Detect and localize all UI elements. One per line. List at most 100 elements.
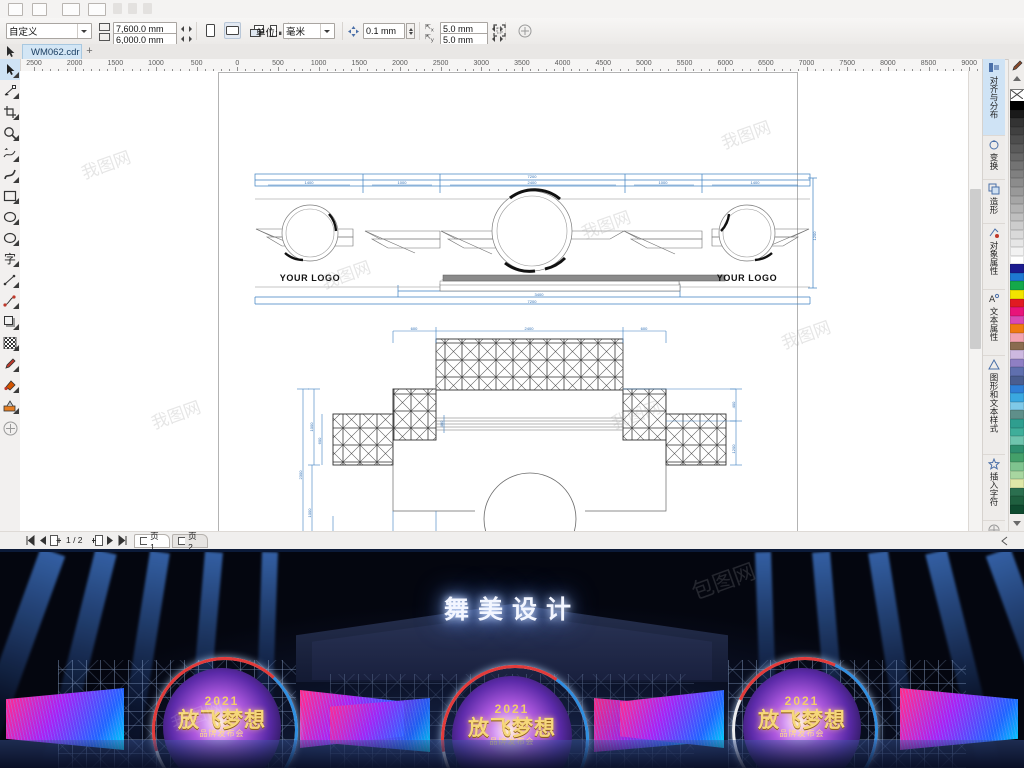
tool-artistic-media-tool[interactable] — [0, 164, 20, 185]
color-swatch[interactable] — [1010, 178, 1024, 187]
flyout-arrow-icon[interactable] — [13, 408, 19, 414]
color-swatch[interactable] — [1010, 324, 1024, 334]
flyout-arrow-icon[interactable] — [13, 261, 19, 267]
page-tab-1[interactable]: 页 1 — [134, 531, 170, 552]
flyout-arrow-icon[interactable] — [13, 303, 19, 309]
drawing-canvas[interactable]: 1400 1000 7200 2400 1000 1400 3400 7200 … — [20, 71, 982, 531]
previous-page-icon[interactable] — [38, 535, 47, 547]
flyout-arrow-icon[interactable] — [13, 345, 19, 351]
options-button[interactable] — [516, 22, 533, 39]
color-swatch[interactable] — [1010, 307, 1024, 316]
flyout-arrow-icon[interactable] — [13, 72, 19, 78]
color-swatch[interactable] — [1010, 204, 1024, 213]
color-swatch[interactable] — [1010, 212, 1024, 222]
color-swatch[interactable] — [1010, 126, 1024, 136]
tool-ellipse-tool[interactable] — [0, 206, 20, 227]
color-swatch[interactable] — [1010, 247, 1024, 256]
color-swatch[interactable] — [1010, 118, 1024, 127]
tool-pick-tool[interactable] — [0, 59, 20, 80]
color-swatch[interactable] — [1010, 410, 1024, 419]
color-swatch[interactable] — [1010, 504, 1024, 514]
color-swatch[interactable] — [1010, 358, 1024, 368]
menu-icon-open[interactable] — [32, 3, 47, 16]
palette-scroll-down-icon[interactable] — [1010, 517, 1024, 529]
menu-icon-paste[interactable] — [143, 3, 152, 14]
color-swatch[interactable] — [1010, 221, 1024, 230]
docker-tab-insert-character[interactable]: 插入字符 — [983, 455, 1005, 521]
tool-freehand-tool[interactable] — [0, 143, 20, 164]
tool-transparency-tool[interactable] — [0, 332, 20, 353]
tool-crop-tool[interactable] — [0, 101, 20, 122]
color-swatch[interactable] — [1010, 384, 1024, 394]
nudge-field[interactable]: 0.1 mm — [363, 23, 405, 39]
color-swatch[interactable] — [1010, 186, 1024, 196]
menu-icon-new[interactable] — [8, 3, 23, 16]
color-swatch[interactable] — [1010, 238, 1024, 248]
color-swatch[interactable] — [1010, 487, 1024, 497]
menu-icon-cut[interactable] — [113, 3, 122, 14]
docker-tab-align-and-distribute[interactable]: 对齐与分布 — [983, 59, 1005, 136]
color-swatch[interactable] — [1010, 272, 1024, 282]
color-swatch[interactable] — [1010, 333, 1024, 342]
color-swatch[interactable] — [1010, 135, 1024, 144]
color-swatch[interactable] — [1010, 367, 1024, 376]
docker-tab-shaping[interactable]: 造形 — [983, 180, 1005, 224]
units-combo[interactable]: 毫米 — [283, 23, 335, 39]
portrait-button[interactable] — [202, 22, 219, 39]
flyout-arrow-icon[interactable] — [13, 387, 19, 393]
page-tab-2[interactable]: 页 2 — [172, 531, 208, 552]
flyout-arrow-icon[interactable] — [13, 198, 19, 204]
tool-shape-tool[interactable] — [0, 80, 20, 101]
page-preset-combo[interactable]: 自定义 — [6, 23, 92, 39]
tool-rectangle-tool[interactable] — [0, 185, 20, 206]
docker-tab-text-properties[interactable]: A 文本属性 — [983, 290, 1005, 356]
last-page-icon[interactable] — [118, 535, 129, 547]
color-swatch[interactable] — [1010, 427, 1024, 437]
tool-quick-customize[interactable] — [0, 416, 20, 440]
color-swatch[interactable] — [1010, 341, 1024, 351]
color-swatch[interactable] — [1010, 496, 1024, 505]
color-swatch[interactable] — [1010, 298, 1024, 308]
flyout-arrow-icon[interactable] — [13, 219, 19, 225]
color-swatch[interactable] — [1010, 461, 1024, 471]
nudge-spinner[interactable] — [406, 23, 415, 39]
chevron-down-icon[interactable] — [77, 24, 89, 38]
tool-dimension-tool[interactable] — [0, 269, 20, 290]
color-swatch[interactable] — [1010, 401, 1024, 411]
color-swatch[interactable] — [1010, 195, 1024, 205]
document-tab[interactable]: WM062.cdr — [22, 44, 82, 59]
tool-smart-fill-tool[interactable] — [0, 395, 20, 416]
flyout-arrow-icon[interactable] — [13, 156, 19, 162]
landscape-button[interactable] — [224, 22, 241, 39]
tool-color-eyedropper-tool[interactable] — [0, 353, 20, 374]
color-swatch[interactable] — [1010, 152, 1024, 162]
tool-text-tool[interactable]: 字 — [0, 248, 20, 269]
palette-scroll-up-icon[interactable] — [1009, 73, 1024, 85]
color-swatch[interactable] — [1010, 418, 1024, 428]
color-swatch[interactable] — [1010, 315, 1024, 325]
color-swatch[interactable] — [1010, 444, 1024, 454]
flyout-arrow-icon[interactable] — [13, 240, 19, 246]
color-swatch[interactable] — [1010, 393, 1024, 402]
color-swatch[interactable] — [1010, 255, 1024, 265]
color-swatch[interactable] — [1010, 290, 1024, 299]
new-document-tab-button[interactable]: + — [84, 46, 95, 57]
flyout-arrow-icon[interactable] — [13, 93, 19, 99]
color-swatch[interactable] — [1010, 169, 1024, 179]
page-indicator[interactable]: 1 / 2 — [66, 535, 83, 545]
menu-icon-copy[interactable] — [128, 3, 137, 14]
color-swatch[interactable] — [1010, 101, 1024, 110]
docker-tab-object-properties[interactable]: 对象属性 — [983, 224, 1005, 290]
tool-zoom-tool[interactable] — [0, 122, 20, 143]
tool-polygon-tool[interactable] — [0, 227, 20, 248]
color-swatch[interactable] — [1010, 350, 1024, 359]
color-swatch[interactable] — [1010, 281, 1024, 291]
nav-overflow-icon[interactable] — [1000, 536, 1009, 546]
docker-tab-color-styles[interactable]: 图形和文本样式 — [983, 356, 1005, 455]
next-page-icon[interactable] — [106, 535, 115, 547]
docker-tab-transform[interactable]: 变换 — [983, 136, 1005, 180]
bounding-box-button[interactable] — [491, 22, 508, 39]
tool-interactive-fill-tool[interactable] — [0, 374, 20, 395]
color-swatch[interactable] — [1010, 479, 1024, 488]
scrollbar-thumb[interactable] — [970, 189, 981, 349]
